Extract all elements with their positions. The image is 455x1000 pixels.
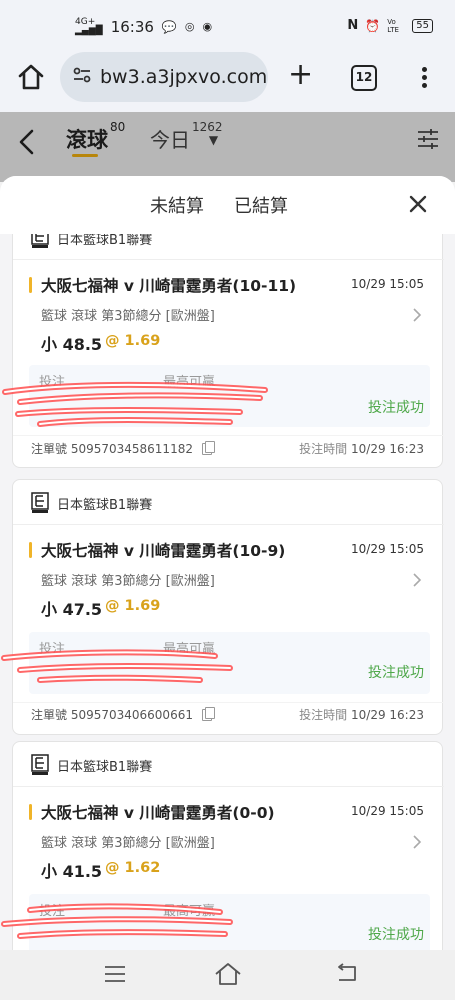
b-league-logo-icon: [31, 754, 49, 775]
clock: 16:36: [110, 18, 154, 36]
bet-status: 投注成功: [368, 665, 424, 681]
bet-description: 籃球 滾球 第3節總分 [歐洲盤]: [41, 836, 215, 851]
divider: [13, 702, 444, 703]
match-accent-bar: [29, 804, 32, 820]
redaction-scribble: [2, 381, 268, 427]
redaction-scribble: [1, 649, 233, 683]
bet-status: 投注成功: [368, 927, 424, 943]
copy-icon[interactable]: [201, 706, 215, 721]
bet-description: 籃球 滾球 第3節總分 [歐洲盤]: [41, 574, 215, 589]
match-title: 大阪七福神 v 川崎雷霆勇者(10-9): [41, 542, 286, 560]
new-tab-plus-icon[interactable]: +: [288, 60, 313, 90]
battery-icon: 55: [412, 19, 433, 33]
bet-pick: 小 47.5: [41, 600, 103, 619]
match-title: 大阪七福神 v 川崎雷霆勇者(0-0): [41, 804, 275, 822]
signal-icon: 4G+ ▂▄▆█: [75, 17, 103, 36]
order-number-text: 注單號 5095703406600661: [31, 708, 193, 722]
league-row: 日本籃球B1聯賽: [31, 754, 152, 776]
battery-level: 55: [416, 20, 429, 31]
chevron-right-icon[interactable]: [412, 834, 422, 850]
page-header: 滾球80 今日1262 ▼: [0, 112, 455, 182]
chevron-right-icon[interactable]: [412, 572, 422, 588]
bet-time-label: 投注時間: [299, 708, 348, 722]
bet-records-sheet: 未結算 已結算 日本籃球B1聯賽 大阪七福神 v 川崎雷霆勇者(10-11) 1…: [0, 176, 455, 950]
bet-pick: 小 48.5: [41, 335, 103, 354]
tab-live-underline: [72, 154, 98, 157]
status-bar-right: N ⏰ Vo LTE 55: [347, 18, 433, 34]
bet-list: 日本籃球B1聯賽 大阪七福神 v 川崎雷霆勇者(10-11) 10/29 15:…: [0, 234, 455, 950]
status-bar-left: 4G+ ▂▄▆█ 16:36 💬 ◎ ◉: [75, 17, 213, 37]
status-bar: 4G+ ▂▄▆█ 16:36 💬 ◎ ◉ N ⏰ Vo LTE 55: [0, 0, 455, 52]
tab-settled[interactable]: 已結算: [234, 192, 288, 218]
app-icon: ◉: [202, 20, 213, 33]
chat-bubble-icon: 💬: [161, 20, 177, 34]
bet-time: 投注時間 10/29 16:23: [299, 706, 424, 723]
address-bar[interactable]: bw3.a3jpxvo.com: [60, 52, 268, 102]
divider: [13, 259, 444, 260]
redaction-scribble: [1, 903, 233, 939]
b-league-logo-icon: [31, 492, 49, 513]
browser-toolbar: bw3.a3jpxvo.com + 12: [0, 52, 455, 112]
filter-settings-icon[interactable]: [417, 128, 439, 150]
match-accent-bar: [29, 277, 32, 293]
match-time: 10/29 15:05: [351, 542, 424, 556]
match-accent-bar: [29, 542, 32, 558]
nfc-icon: N: [347, 18, 359, 33]
caret-down-icon: ▼: [208, 133, 219, 147]
bet-time-value: 10/29 16:23: [351, 442, 424, 456]
bet-odds: @ 1.62: [105, 860, 161, 876]
b-league-logo-icon: [31, 234, 49, 248]
recent-apps-icon[interactable]: [104, 965, 126, 983]
league-row: 日本籃球B1聯賽: [31, 234, 152, 249]
chevron-right-icon[interactable]: [412, 307, 422, 323]
back-arrow-icon[interactable]: [16, 128, 40, 156]
tab-today[interactable]: 今日1262 ▼: [150, 120, 238, 153]
bet-time-value: 10/29 16:23: [351, 708, 424, 722]
bet-pick: 小 41.5: [41, 862, 103, 881]
instagram-icon: ◎: [184, 20, 195, 33]
close-icon[interactable]: [408, 194, 428, 214]
volte-icon: Vo LTE: [387, 18, 399, 34]
bet-time-label: 投注時間: [299, 442, 348, 456]
site-settings-icon[interactable]: [72, 65, 92, 89]
match-time: 10/29 15:05: [351, 277, 424, 291]
network-type: 4G+: [75, 17, 96, 27]
tab-today-label: 今日: [150, 128, 190, 152]
sheet-header: 未結算 已結算: [0, 176, 455, 234]
order-number: 注單號 5095703406600661: [31, 706, 215, 723]
system-nav-bar: [0, 950, 455, 1000]
divider: [13, 435, 444, 436]
league-name: 日本籃球B1聯賽: [57, 497, 153, 513]
copy-icon[interactable]: [201, 440, 215, 455]
bet-card[interactable]: 日本籃球B1聯賽 大阪七福神 v 川崎雷霆勇者(10-9) 10/29 15:0…: [12, 479, 444, 735]
tab-live[interactable]: 滾球80: [66, 120, 125, 154]
alarm-icon: ⏰: [365, 19, 381, 33]
bet-status: 投注成功: [368, 400, 424, 416]
order-number-text: 注單號 5095703458611182: [31, 442, 193, 456]
match-time: 10/29 15:05: [351, 804, 424, 818]
league-name: 日本籃球B1聯賽: [57, 759, 153, 775]
url-text[interactable]: bw3.a3jpxvo.com: [100, 66, 267, 88]
bet-odds: @ 1.69: [105, 598, 161, 614]
tab-live-label: 滾球: [66, 128, 108, 152]
divider: [13, 786, 444, 787]
home-icon[interactable]: [16, 62, 46, 92]
league-row: 日本籃球B1聯賽: [31, 492, 152, 514]
tab-live-count: 80: [110, 120, 126, 134]
divider: [13, 524, 444, 525]
order-number: 注單號 5095703458611182: [31, 440, 215, 457]
more-menu-icon[interactable]: [414, 64, 434, 92]
tab-switcher-button[interactable]: 12: [351, 65, 377, 91]
league-name: 日本籃球B1聯賽: [57, 234, 153, 248]
tab-unsettled[interactable]: 未結算: [150, 192, 204, 218]
bet-description: 籃球 滾球 第3節總分 [歐洲盤]: [41, 309, 215, 324]
bet-odds: @ 1.69: [105, 333, 161, 349]
nav-home-icon[interactable]: [214, 962, 242, 986]
nav-back-icon[interactable]: [335, 963, 359, 983]
match-title: 大阪七福神 v 川崎雷霆勇者(10-11): [41, 277, 297, 295]
bet-time: 投注時間 10/29 16:23: [299, 440, 424, 457]
